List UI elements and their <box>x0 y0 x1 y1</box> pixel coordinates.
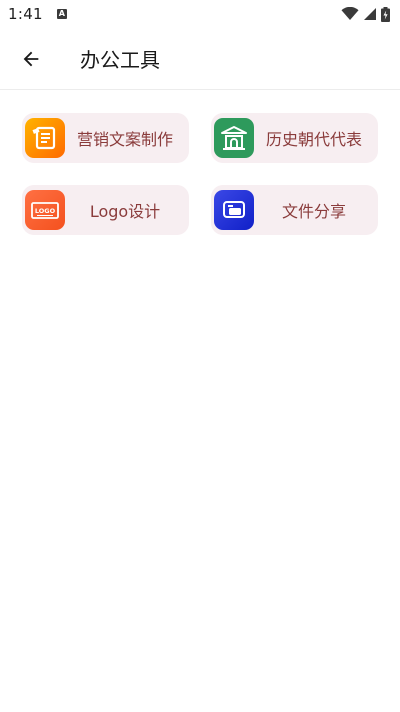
notification-a-icon: A <box>56 9 67 19</box>
tool-label: 历史朝代代表 <box>265 130 362 149</box>
tool-label: 营销文案制作 <box>76 130 173 149</box>
status-time: 1:41 <box>8 5 43 23</box>
arrow-left-icon <box>23 51 39 66</box>
tools-grid: 营销文案制作 历史朝代代表 LOGO Logo设计 文件分享 <box>22 113 378 235</box>
status-bar: 1:41 A <box>0 0 400 28</box>
tool-card-marketing-copy[interactable]: 营销文案制作 <box>22 113 189 163</box>
marketing-copy-icon <box>25 118 65 158</box>
logo-design-icon: LOGO <box>25 190 65 230</box>
page-title: 办公工具 <box>80 48 160 72</box>
tool-card-logo-design[interactable]: LOGO Logo设计 <box>22 185 189 235</box>
status-left: 1:41 A <box>8 5 67 23</box>
logo-icon-text: LOGO <box>35 207 56 215</box>
file-share-icon <box>214 190 254 230</box>
tool-label: Logo设计 <box>89 202 161 221</box>
signal-icon <box>364 8 376 20</box>
back-button[interactable] <box>11 39 51 79</box>
tool-label: 文件分享 <box>281 202 346 221</box>
battery-charging-icon <box>381 6 390 22</box>
app-bar: 办公工具 <box>0 28 400 90</box>
tool-card-dynasty[interactable]: 历史朝代代表 <box>211 113 378 163</box>
status-right <box>341 6 390 22</box>
tool-card-file-share[interactable]: 文件分享 <box>211 185 378 235</box>
ancient-building-icon <box>214 118 254 158</box>
wifi-icon <box>341 7 359 20</box>
